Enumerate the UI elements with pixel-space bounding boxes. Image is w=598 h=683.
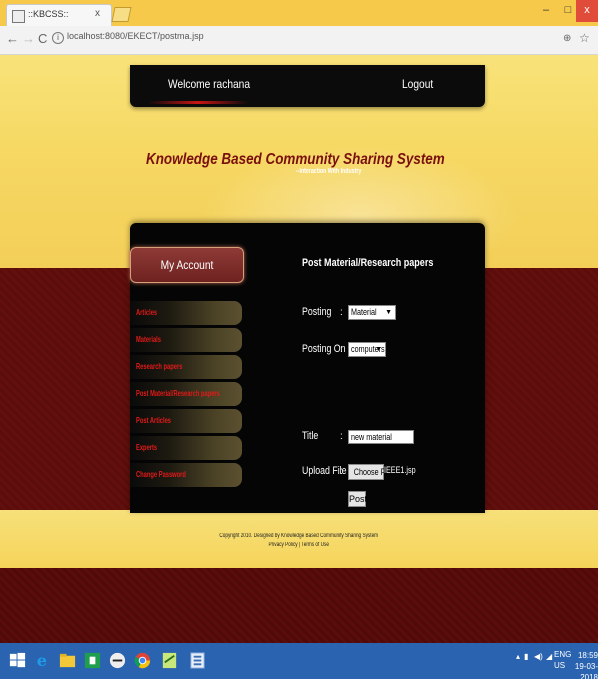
footer-background (0, 510, 598, 568)
clock-time: 18:59 (577, 651, 598, 660)
sidebar-item-label: Materials (136, 335, 161, 344)
footer-links[interactable]: Privacy Policy | Terms of Use (0, 542, 598, 548)
site-tagline: --Interaction With Industry (296, 168, 362, 175)
windows-taskbar: e ▴ ▮ ◀) ◢ ENG US 18:59 19-03-2018 (0, 643, 598, 682)
web-page: Welcome rachana Logout Knowledge Based C… (0, 55, 598, 643)
internet-explorer-icon[interactable]: e (33, 651, 52, 670)
clock-date: 19-03-2018 (574, 662, 598, 682)
page-bottom-background (0, 568, 598, 643)
reload-icon[interactable]: C (38, 31, 47, 46)
new-tab-button[interactable] (111, 7, 132, 22)
volume-icon[interactable]: ◀) (534, 652, 543, 661)
sidebar-item-label: Experts (136, 443, 158, 452)
sidebar-item-research-papers[interactable]: Research papers (130, 355, 242, 379)
back-arrow-icon[interactable]: ← (6, 31, 19, 46)
top-navigation-bar: Welcome rachana Logout (130, 65, 485, 107)
title-label: Title (302, 430, 319, 442)
page-favicon-icon (12, 10, 25, 23)
copyright-text: Copyright 2010. Designed by Knowledge Ba… (219, 533, 379, 539)
address-bar: ← → C i localhost:8080/EKECT/postma.jsp … (0, 26, 598, 55)
url-text: localhost:8080/EKECT/postma.jsp (67, 31, 204, 41)
posting-on-select[interactable]: computers ▼ (348, 342, 386, 357)
media-app-icon[interactable] (108, 651, 127, 670)
form-title: Post Material/Research papers (302, 257, 434, 269)
dropdown-arrow-icon: ▼ (375, 346, 382, 353)
sidebar-item-experts[interactable]: Experts (130, 436, 242, 460)
file-explorer-icon[interactable] (58, 651, 77, 670)
tray-arrow-icon[interactable]: ▴ (516, 652, 520, 661)
dropdown-arrow-icon: ▼ (385, 309, 392, 316)
welcome-message[interactable]: Welcome rachana (168, 77, 250, 91)
document-app-icon[interactable] (188, 651, 207, 670)
sidebar-item-label: Post Articles (136, 416, 171, 425)
minimize-button[interactable]: – (535, 0, 557, 22)
main-content-panel: My Account Articles Materials Research p… (130, 223, 485, 513)
sidebar-item-label: Change Password (136, 470, 186, 479)
browser-tab[interactable]: ::KBCSS:: x (6, 4, 112, 27)
selected-file-name: IEEE1.jsp (384, 465, 416, 475)
tab-close-icon[interactable]: x (95, 8, 100, 19)
site-title: Knowledge Based Community Sharing System (146, 151, 445, 168)
system-clock[interactable]: 18:59 19-03-2018 (565, 650, 598, 683)
sidebar-item-articles[interactable]: Articles (130, 301, 242, 325)
sidebar-item-post-articles[interactable]: Post Articles (130, 409, 242, 433)
site-info-icon[interactable]: i (52, 32, 64, 44)
forward-arrow-icon[interactable]: → (22, 31, 35, 46)
browser-titlebar: ::KBCSS:: x – □ x (0, 0, 598, 27)
svg-text:e: e (37, 651, 47, 670)
posting-on-label: Posting On (302, 343, 346, 355)
posting-select[interactable]: Material ▼ (348, 305, 396, 320)
battery-icon[interactable]: ◢ (546, 652, 552, 661)
zoom-icon[interactable]: ⊕ (563, 33, 571, 44)
my-account-button[interactable]: My Account (130, 247, 244, 283)
welcome-underline (148, 101, 248, 104)
sidebar-item-materials[interactable]: Materials (130, 328, 242, 352)
sidebar-item-post-material[interactable]: Post Material/Research papers (130, 382, 242, 406)
windows-start-icon[interactable] (8, 651, 27, 670)
choose-file-button[interactable]: Choose File (348, 464, 392, 480)
sidebar-item-label: Research papers (136, 362, 183, 371)
logout-link[interactable]: Logout (402, 77, 433, 91)
tab-title: ::KBCSS:: (28, 9, 69, 19)
bookmark-star-icon[interactable]: ☆ (579, 31, 590, 45)
network-icon[interactable]: ▮ (524, 652, 528, 661)
my-account-label: My Account (160, 258, 214, 272)
notepad-plus-icon[interactable] (160, 651, 179, 670)
close-window-button[interactable]: x (576, 0, 598, 22)
title-input[interactable]: new material (348, 430, 414, 444)
posting-colon: : (340, 307, 343, 318)
store-app-icon[interactable] (83, 651, 102, 670)
posting-value: Material (351, 307, 377, 317)
title-colon: : (340, 431, 343, 442)
chrome-browser-icon[interactable] (133, 651, 152, 670)
posting-on-colon: : (340, 344, 343, 355)
url-field[interactable]: i localhost:8080/EKECT/postma.jsp (52, 30, 562, 48)
sidebar-item-label: Articles (136, 308, 158, 317)
post-button[interactable]: Post (348, 491, 367, 507)
posting-label: Posting (302, 306, 332, 318)
title-input-value: new material (351, 432, 392, 442)
upload-file-colon: : (340, 466, 343, 477)
sidebar-item-change-password[interactable]: Change Password (130, 463, 242, 487)
sidebar-item-label: Post Material/Research papers (136, 389, 220, 398)
